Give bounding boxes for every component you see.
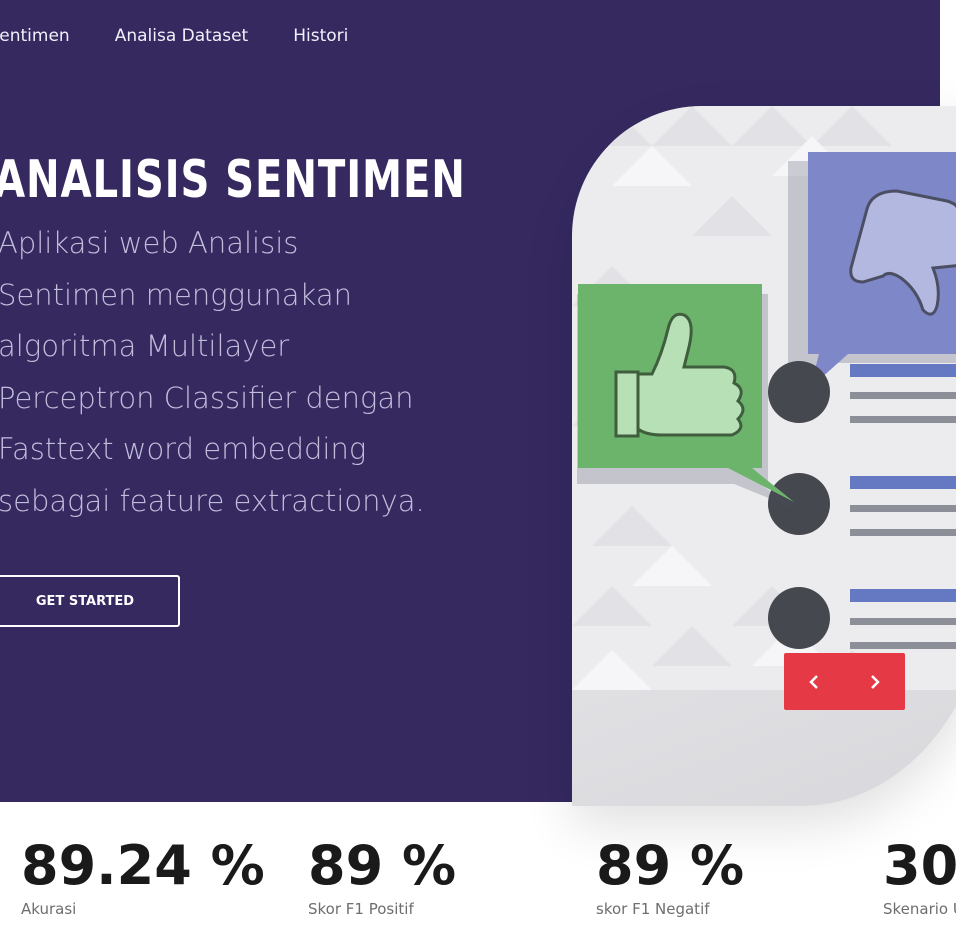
nav-item-histori[interactable]: Histori [293, 26, 348, 46]
stat-label: skor F1 Negatif [596, 900, 710, 918]
stat-value: 89 % [596, 834, 745, 897]
chevron-left-icon [809, 674, 819, 689]
stat-f1-positive: 89 % Skor F1 Positif [308, 830, 456, 918]
main-nav: limat Sentimen Analisa Dataset Histori [0, 26, 348, 46]
stat-accuracy: 89.24 % Akurasi [21, 830, 265, 918]
stat-value: 89 % [308, 834, 457, 897]
stat-scenarios: 30 Skenario U [883, 830, 956, 918]
nav-item-sentimen[interactable]: limat Sentimen [0, 26, 70, 46]
stat-f1-negative: 89 % skor F1 Negatif [596, 830, 744, 918]
sentiment-illustration-icon [572, 106, 956, 690]
stat-value: 30 [883, 834, 956, 897]
sentiment-illustration [572, 106, 956, 690]
hero-title: ANALISIS SENTIMEN [0, 150, 466, 210]
stat-label: Akurasi [21, 900, 77, 918]
carousel-controls [784, 653, 905, 710]
chevron-right-icon [870, 674, 880, 689]
stats-section: 89.24 % Akurasi 89 % Skor F1 Positif 89 … [0, 830, 956, 928]
stat-label: Skor F1 Positif [308, 900, 414, 918]
carousel-prev-button[interactable] [784, 653, 845, 710]
nav-item-analisa-dataset[interactable]: Analisa Dataset [115, 26, 249, 46]
hero-description: Aplikasi web Analisis Sentimen menggunak… [0, 226, 425, 518]
carousel-next-button[interactable] [845, 653, 906, 710]
stat-label: Skenario U [883, 900, 956, 918]
stat-value: 89.24 % [21, 834, 265, 897]
get-started-button[interactable]: GET STARTED [0, 575, 180, 627]
